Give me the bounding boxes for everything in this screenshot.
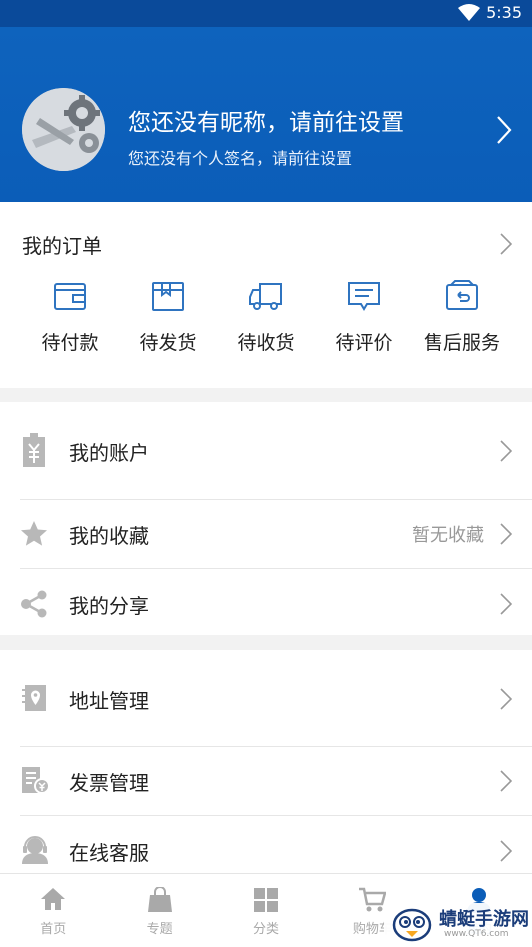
- nickname-text[interactable]: 您还没有昵称，请前往设置: [128, 103, 404, 137]
- order-pending-payment[interactable]: 待付款: [21, 280, 119, 355]
- menu-group-account: 我的账户 我的收藏 暂无收藏 我的分享: [0, 402, 532, 635]
- avatar[interactable]: [22, 88, 105, 171]
- order-label: 待发货: [139, 332, 197, 354]
- gear-tools-icon: [22, 88, 105, 171]
- menu-label: 地址管理: [69, 689, 149, 713]
- wallet-icon: [54, 283, 86, 310]
- order-label: 待收货: [237, 332, 295, 354]
- chevron-right-icon: [500, 840, 512, 862]
- return-icon: [446, 280, 478, 310]
- comment-icon: [348, 282, 380, 311]
- menu-label: 我的账户: [69, 441, 149, 465]
- menu-label: 在线客服: [69, 841, 149, 865]
- headset-icon: [22, 836, 48, 864]
- chevron-right-icon: [500, 593, 512, 615]
- tab-label: 首页: [40, 922, 67, 937]
- menu-item-account[interactable]: 我的账户: [0, 415, 532, 483]
- share-icon: [21, 590, 47, 618]
- menu-group-settings: 地址管理 发票管理 在线客服: [0, 650, 532, 873]
- menu-item-address[interactable]: 地址管理: [0, 663, 532, 731]
- chevron-right-icon: [500, 770, 512, 792]
- package-icon: [152, 282, 184, 311]
- tab-home[interactable]: 首页: [0, 874, 106, 947]
- home-icon: [41, 888, 66, 910]
- order-pending-receipt[interactable]: 待收货: [217, 280, 315, 355]
- watermark-url: www.QT6.com: [444, 929, 509, 939]
- orders-section: 我的订单 待付款 待发货 待收货 待评价 售后服务: [0, 202, 532, 388]
- dragonfly-logo-icon: [392, 908, 432, 942]
- favorites-status: 暂无收藏: [412, 525, 484, 546]
- tab-topics[interactable]: 专题: [106, 874, 212, 947]
- menu-item-favorites[interactable]: 我的收藏 暂无收藏: [0, 498, 532, 566]
- chevron-right-icon: [500, 688, 512, 710]
- chevron-right-icon[interactable]: [500, 233, 512, 255]
- bag-icon: [147, 887, 172, 912]
- signature-text[interactable]: 您还没有个人签名，请前往设置: [128, 145, 352, 169]
- order-after-sales[interactable]: 售后服务: [413, 280, 511, 355]
- watermark: 蜻蜓手游网 www.QT6.com: [384, 903, 532, 946]
- profile-header[interactable]: 您还没有昵称，请前往设置 您还没有个人签名，请前往设置: [0, 27, 532, 202]
- tab-label: 专题: [146, 922, 173, 937]
- order-pending-shipment[interactable]: 待发货: [119, 280, 217, 355]
- orders-title[interactable]: 我的订单: [22, 230, 102, 259]
- menu-item-share[interactable]: 我的分享: [0, 568, 532, 636]
- status-bar: 5:35: [0, 0, 532, 27]
- location-icon: [22, 685, 46, 711]
- invoice-icon: [22, 767, 50, 794]
- chevron-right-icon: [500, 440, 512, 462]
- order-label: 待评价: [335, 332, 393, 354]
- menu-label: 发票管理: [69, 771, 149, 795]
- order-label: 售后服务: [423, 332, 500, 354]
- menu-label: 我的分享: [69, 594, 149, 618]
- grid-icon: [253, 888, 278, 912]
- tab-categories[interactable]: 分类: [213, 874, 319, 947]
- wifi-icon: [458, 4, 480, 21]
- clock: 5:35: [486, 3, 522, 22]
- chevron-right-icon[interactable]: [496, 115, 512, 145]
- menu-label: 我的收藏: [69, 524, 149, 548]
- tab-label: 分类: [252, 922, 279, 937]
- order-label: 待付款: [41, 332, 99, 354]
- chevron-right-icon: [500, 523, 512, 545]
- watermark-text: 蜻蜓手游网: [439, 909, 529, 930]
- truck-icon: [249, 283, 282, 310]
- star-icon: [21, 521, 47, 546]
- order-pending-review[interactable]: 待评价: [315, 280, 413, 355]
- cart-icon: [359, 887, 387, 912]
- menu-item-invoice[interactable]: 发票管理: [0, 745, 532, 813]
- yuan-tag-icon: [23, 433, 45, 467]
